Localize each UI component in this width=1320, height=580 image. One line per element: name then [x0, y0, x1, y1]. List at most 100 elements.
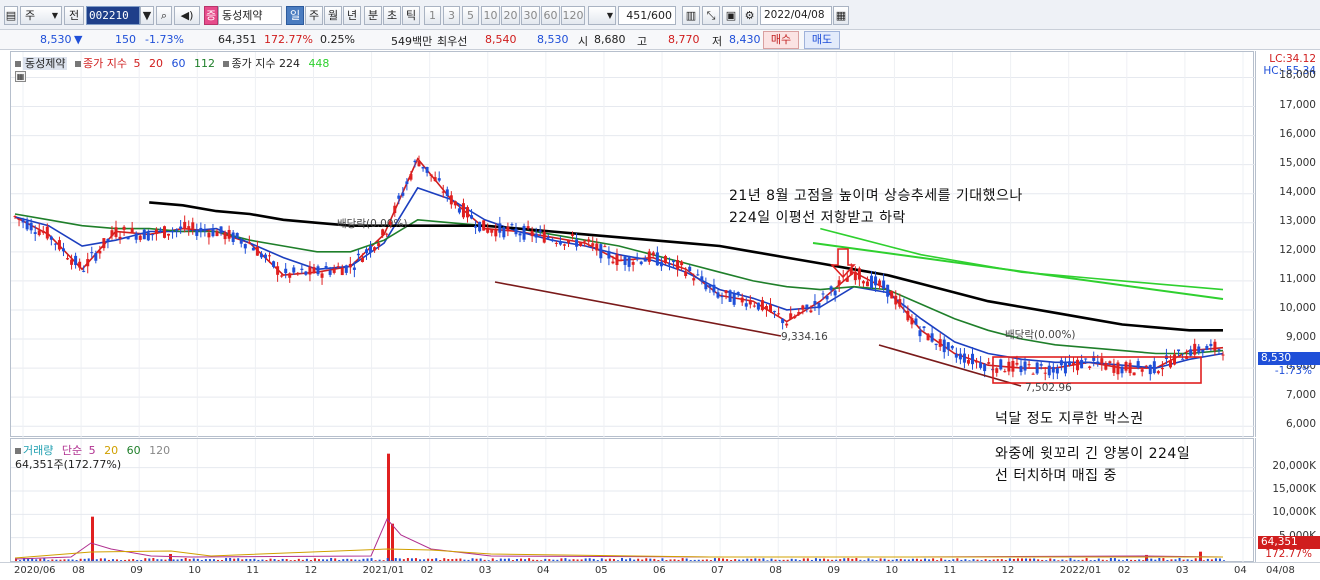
candle-body [494, 228, 498, 237]
volume-bar [386, 558, 389, 561]
stock-code-input[interactable]: 002210 [86, 6, 140, 25]
calendar-icon[interactable]: ▦ [833, 6, 849, 25]
candle-body [268, 255, 272, 257]
price-axis[interactable]: LC:34.12 HC:-55.34 18,000 17,000 16,000 15,… [1255, 51, 1320, 437]
interval-button-20[interactable]: 20 [501, 6, 520, 25]
volume-bar [1218, 558, 1221, 561]
sell-button[interactable]: 매도 [804, 31, 840, 49]
candle-body [623, 256, 627, 265]
volume-bar [794, 559, 797, 561]
candle-body [566, 240, 570, 243]
volume-bar [875, 560, 878, 561]
candle-body [1209, 343, 1213, 347]
interval-button-10[interactable]: 10 [481, 6, 500, 25]
line-tool-icon[interactable]: ⤡ [702, 6, 720, 25]
candle-body [171, 231, 175, 233]
code-dropdown-chevron-icon[interactable]: ▼ [140, 6, 154, 25]
period-button-month[interactable]: 월 [324, 6, 342, 25]
legend-stock-name[interactable]: 동성제약 [23, 57, 68, 70]
volume-bar [867, 558, 870, 561]
interval-button-30[interactable]: 30 [521, 6, 540, 25]
candle-body [86, 259, 90, 267]
legend-ma-112[interactable]: 112 [194, 57, 215, 70]
volume-bar [1109, 557, 1112, 561]
interval-button-5[interactable]: 5 [462, 6, 479, 25]
candle-body [1173, 354, 1177, 365]
volume-bar [293, 560, 296, 561]
candle-body [728, 290, 732, 302]
period-button-tick[interactable]: 틱 [402, 6, 420, 25]
price-chart-panel[interactable]: 동성제약 종가 지수 5 20 60 112 종가 지수 224 448 ▦ 2… [10, 51, 1255, 438]
low-price-label-1: 9,334.16 [781, 331, 828, 343]
legend-ma2-label[interactable]: 종가 지수 224 [231, 57, 299, 70]
candle-body [360, 257, 364, 262]
candle-body [546, 237, 550, 239]
volume-bar [394, 558, 397, 561]
volume-chart-panel[interactable]: 거래량 단순 5 20 60 120 64,351주(172.77%) 와중에 … [10, 438, 1255, 563]
interval-button-3[interactable]: 3 [443, 6, 460, 25]
period-select[interactable]: 주 ▼ [20, 6, 62, 25]
legend-vol-ma-120[interactable]: 120 [149, 444, 170, 457]
volume-bar [225, 558, 228, 561]
legend-ma-20[interactable]: 20 [149, 57, 163, 70]
buy-button[interactable]: 매수 [763, 31, 799, 49]
legend-vol-ma-60[interactable]: 60 [127, 444, 141, 457]
volume-bar [572, 559, 575, 561]
price-chart-svg[interactable] [11, 52, 1255, 438]
volume-axis[interactable]: 20,000K15,000K10,000K5,000K 64,351 172.7… [1255, 438, 1320, 562]
date-field[interactable]: 2022/04/08 [760, 6, 832, 25]
volume-bar [802, 558, 805, 561]
candle-body [882, 280, 886, 289]
period-button-minute[interactable]: 분 [364, 6, 382, 25]
candle-body [837, 280, 841, 286]
panel-grid-icon[interactable]: ▦ [15, 71, 26, 82]
candle-body [659, 261, 663, 267]
chart-menu-icon[interactable]: ▤ [4, 6, 18, 25]
prev-button[interactable]: 전 [64, 6, 84, 25]
legend-ma-label[interactable]: 종가 지수 [83, 57, 127, 70]
volume-bar [976, 559, 979, 561]
bar-count-field[interactable]: 451/600 [618, 6, 676, 25]
stock-name-field[interactable]: 동성제약 [218, 6, 282, 25]
legend-ma-448[interactable]: 448 [308, 57, 329, 70]
speaker-icon[interactable]: ◀) [174, 6, 200, 25]
volume-bar [637, 558, 640, 561]
price-tick-label: 16,000 [1279, 127, 1316, 140]
volume-bar [338, 559, 341, 561]
volume-bar [1182, 559, 1185, 561]
candle-body [1201, 349, 1205, 353]
candle-body [1140, 369, 1144, 372]
candle-body [1112, 365, 1116, 373]
interval-custom-select[interactable]: ▼ [588, 6, 616, 25]
interval-button-1[interactable]: 1 [424, 6, 441, 25]
candle-body [736, 292, 740, 295]
volume-bar [398, 558, 401, 561]
volume-bar [528, 558, 531, 561]
volume-bar [705, 559, 708, 561]
candle-body [1055, 367, 1059, 374]
search-icon[interactable]: ⌕ [156, 6, 172, 25]
volume-bar [447, 559, 450, 561]
date-axis[interactable]: 2020/06 08 09 10 11 12 2021/01 02 03 04 05 06 07 08 09… [0, 562, 1320, 580]
period-button-second[interactable]: 초 [383, 6, 401, 25]
volume-bar [168, 558, 171, 561]
interval-button-60[interactable]: 60 [541, 6, 560, 25]
volume-bar [427, 558, 430, 561]
date-tick-label: 08 [769, 565, 782, 576]
downtrend-line-1 [494, 281, 782, 337]
interval-button-120[interactable]: 120 [561, 6, 585, 25]
period-button-year[interactable]: 년 [343, 6, 361, 25]
volume-bar [823, 558, 826, 561]
period-button-week[interactable]: 주 [305, 6, 323, 25]
candle-body [571, 234, 575, 236]
date-tick-label: 04/08 [1266, 565, 1295, 576]
legend-ma-5[interactable]: 5 [133, 57, 140, 70]
gear-icon[interactable]: ⚙ [741, 6, 758, 25]
period-button-day[interactable]: 일 [286, 6, 304, 25]
candle-body [651, 252, 655, 256]
save-icon[interactable]: ▣ [722, 6, 740, 25]
date-tick-label: 09 [827, 565, 841, 576]
legend-ma-60[interactable]: 60 [171, 57, 185, 70]
volume-bar [1138, 559, 1141, 561]
candle-type-icon[interactable]: ▥ [682, 6, 700, 25]
